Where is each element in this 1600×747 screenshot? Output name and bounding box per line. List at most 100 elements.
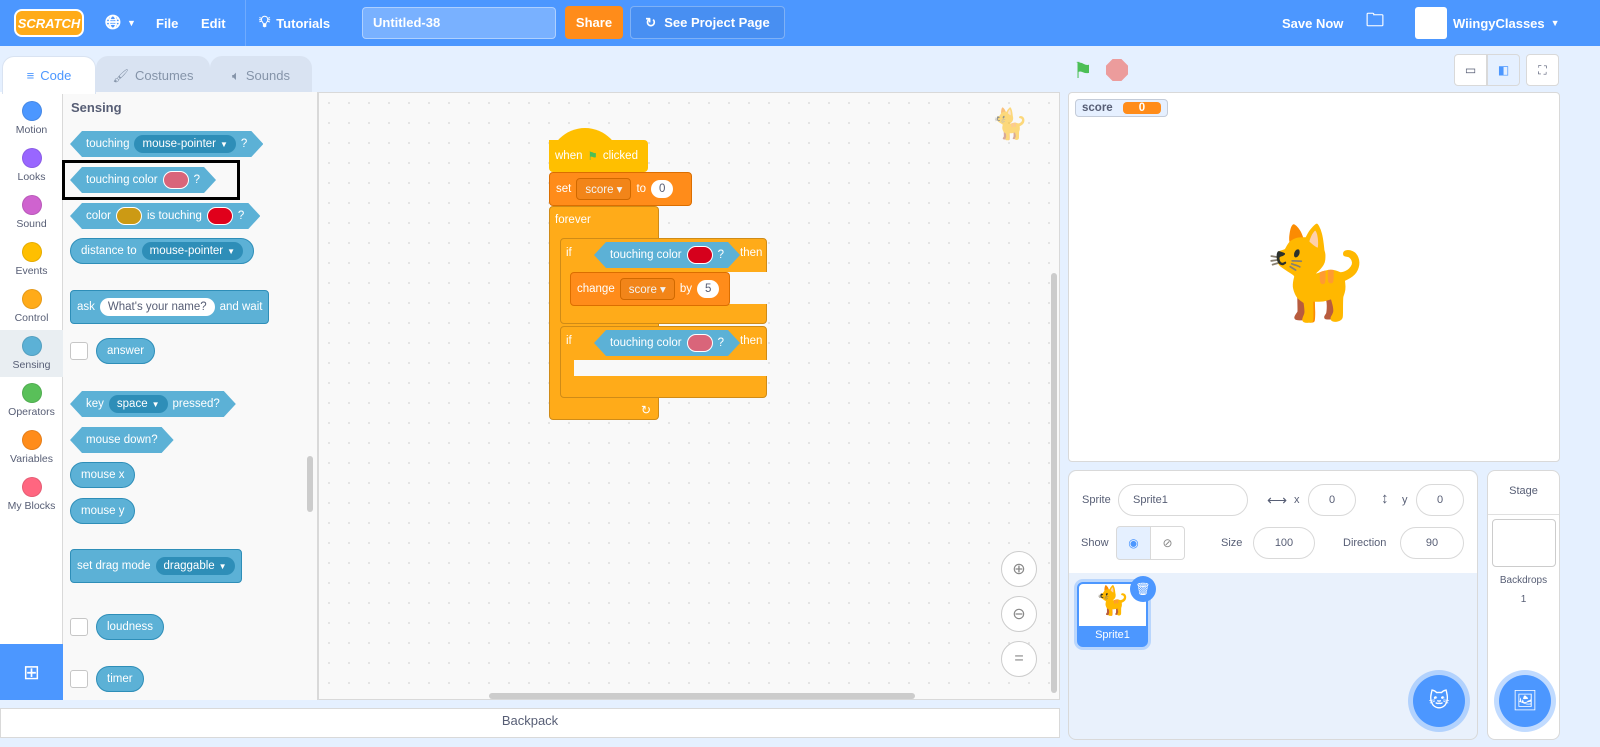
category-variables[interactable]: Variables: [0, 424, 63, 471]
block-timer[interactable]: timer: [96, 666, 144, 692]
block-key-pressed[interactable]: key space ▼ pressed?: [70, 391, 236, 417]
hide-sprite-button[interactable]: ⊘: [1150, 526, 1185, 560]
change-value-input[interactable]: 5: [696, 280, 720, 298]
sprite-name-input[interactable]: Sprite1: [1118, 484, 1248, 516]
category-dot-icon: [21, 383, 42, 403]
block-answer[interactable]: answer: [96, 338, 156, 364]
normal-stage-button[interactable]: ◧: [1487, 54, 1520, 86]
block-set-drag-mode[interactable]: set drag mode draggable ▼: [70, 549, 242, 583]
sprite-label: Sprite: [1082, 494, 1111, 506]
backpack[interactable]: Backpack: [0, 708, 1060, 738]
block-ask-and-wait[interactable]: ask What's your name? and wait: [70, 290, 270, 324]
block-text: ?: [240, 138, 248, 150]
block-when-flag-clicked[interactable]: when ⚑ clicked: [549, 140, 648, 172]
block-change-variable[interactable]: change score ▾ by 5: [570, 272, 730, 306]
block-distance-to[interactable]: distance to mouse-pointer ▼: [70, 238, 255, 264]
variable-dropdown[interactable]: score ▾: [619, 278, 675, 300]
block-mouse-y[interactable]: mouse y: [70, 498, 136, 524]
choose-sprite-button[interactable]: 🐱︎: [1413, 675, 1465, 727]
tutorials-button[interactable]: 💡︎ Tutorials: [259, 0, 330, 46]
drag-mode-dropdown[interactable]: draggable ▼: [155, 557, 235, 575]
zoom-reset-button[interactable]: =: [1001, 641, 1037, 677]
scratch-logo[interactable]: SCRATCH: [14, 9, 84, 37]
tab-code[interactable]: ≡ Code: [2, 56, 96, 94]
zoom-in-button[interactable]: ⊕: [1001, 551, 1037, 587]
account-menu[interactable]: WiingyClasses ▼: [1415, 0, 1560, 46]
category-motion[interactable]: Motion: [0, 95, 63, 142]
code-icon: ≡: [26, 68, 35, 83]
add-extension-button[interactable]: ⊞: [0, 644, 63, 700]
fullscreen-button[interactable]: ⛶: [1526, 54, 1559, 86]
block-color-is-touching[interactable]: color is touching?: [70, 203, 260, 229]
horizontal-arrows-icon: ⟷: [1267, 492, 1288, 508]
stop-button[interactable]: [1106, 59, 1128, 81]
edit-menu[interactable]: Edit: [201, 0, 226, 46]
color-swatch[interactable]: [116, 207, 142, 225]
timer-checkbox[interactable]: [70, 670, 88, 688]
dropdown-value: score: [585, 184, 614, 196]
loudness-checkbox[interactable]: [70, 618, 88, 636]
category-looks[interactable]: Looks: [0, 142, 63, 189]
block-mouse-x[interactable]: mouse x: [70, 462, 136, 488]
block-text: is touching: [146, 210, 202, 222]
choose-backdrop-button[interactable]: 🖼︎: [1499, 675, 1551, 727]
block-touching[interactable]: touching mouse-pointer ▼?: [70, 131, 263, 157]
see-project-page-button[interactable]: ↻ See Project Page: [630, 6, 785, 39]
project-title-input[interactable]: Untitled-38: [362, 7, 556, 39]
stage-canvas[interactable]: score 0 🐈: [1068, 92, 1560, 462]
size-input[interactable]: 100: [1253, 527, 1315, 559]
category-events[interactable]: Events: [0, 236, 63, 283]
block-text: clicked: [602, 150, 638, 162]
set-value-input[interactable]: 0: [651, 180, 674, 198]
variable-dropdown[interactable]: score ▾: [576, 178, 632, 200]
tab-sounds[interactable]: 🔈︎ Sounds: [210, 56, 312, 94]
delete-sprite-button[interactable]: 🗑︎: [1130, 576, 1156, 602]
stage-title: Stage: [1488, 471, 1559, 515]
zoom-out-button[interactable]: ⊖: [1001, 596, 1037, 632]
small-stage-icon: ▭: [1464, 63, 1477, 77]
key-dropdown[interactable]: space ▼: [109, 395, 168, 413]
tab-costumes[interactable]: 🖌︎ Costumes: [96, 56, 210, 94]
palette-scrollbar[interactable]: [307, 456, 313, 512]
x-input[interactable]: 0: [1308, 484, 1356, 516]
block-mouse-down[interactable]: mouse down?: [70, 427, 174, 453]
block-touching-color-2[interactable]: touching color?: [594, 330, 740, 356]
stage-thumbnail[interactable]: [1491, 519, 1556, 567]
green-flag-button[interactable]: ⚑: [1073, 58, 1093, 84]
block-text: touching: [86, 138, 130, 150]
share-button[interactable]: Share: [565, 6, 623, 39]
tab-label: Costumes: [134, 68, 194, 83]
block-loudness[interactable]: loudness: [96, 614, 165, 640]
folder-icon[interactable]: 🗀: [1366, 0, 1384, 46]
y-input[interactable]: 0: [1416, 484, 1464, 516]
color-swatch[interactable]: [687, 246, 713, 264]
small-stage-button[interactable]: ▭: [1454, 54, 1487, 86]
target-dropdown[interactable]: mouse-pointer ▼: [141, 242, 244, 260]
x-label: x: [1294, 494, 1300, 506]
show-sprite-button[interactable]: ◉: [1116, 526, 1151, 560]
block-touching-color-1[interactable]: touching color?: [594, 242, 740, 268]
block-text: by: [679, 283, 692, 295]
category-operators[interactable]: Operators: [0, 377, 63, 424]
category-my-blocks[interactable]: My Blocks: [0, 471, 63, 518]
vertical-scrollbar[interactable]: [1051, 273, 1057, 693]
avatar: [1415, 7, 1447, 39]
save-now-button[interactable]: Save Now: [1282, 0, 1343, 46]
color-swatch[interactable]: [687, 334, 713, 352]
answer-checkbox[interactable]: [70, 342, 88, 360]
block-set-variable[interactable]: set score ▾ to 0: [549, 172, 692, 206]
color-swatch[interactable]: [207, 207, 233, 225]
direction-input[interactable]: 90: [1400, 527, 1464, 559]
category-control[interactable]: Control: [0, 283, 63, 330]
backdrops-count: 1: [1520, 594, 1527, 605]
ask-input[interactable]: What's your name?: [99, 298, 215, 316]
language-menu[interactable]: 🌐︎ ▼: [105, 0, 136, 46]
file-menu[interactable]: File: [156, 0, 178, 46]
category-sound[interactable]: Sound: [0, 189, 63, 236]
target-dropdown[interactable]: mouse-pointer ▼: [134, 135, 235, 153]
category-sensing[interactable]: Sensing: [0, 330, 63, 377]
variable-monitor[interactable]: score 0: [1075, 99, 1169, 117]
size-label: Size: [1221, 537, 1243, 549]
sprite-cat[interactable]: 🐈: [1259, 221, 1371, 326]
horizontal-scrollbar[interactable]: [489, 693, 915, 699]
